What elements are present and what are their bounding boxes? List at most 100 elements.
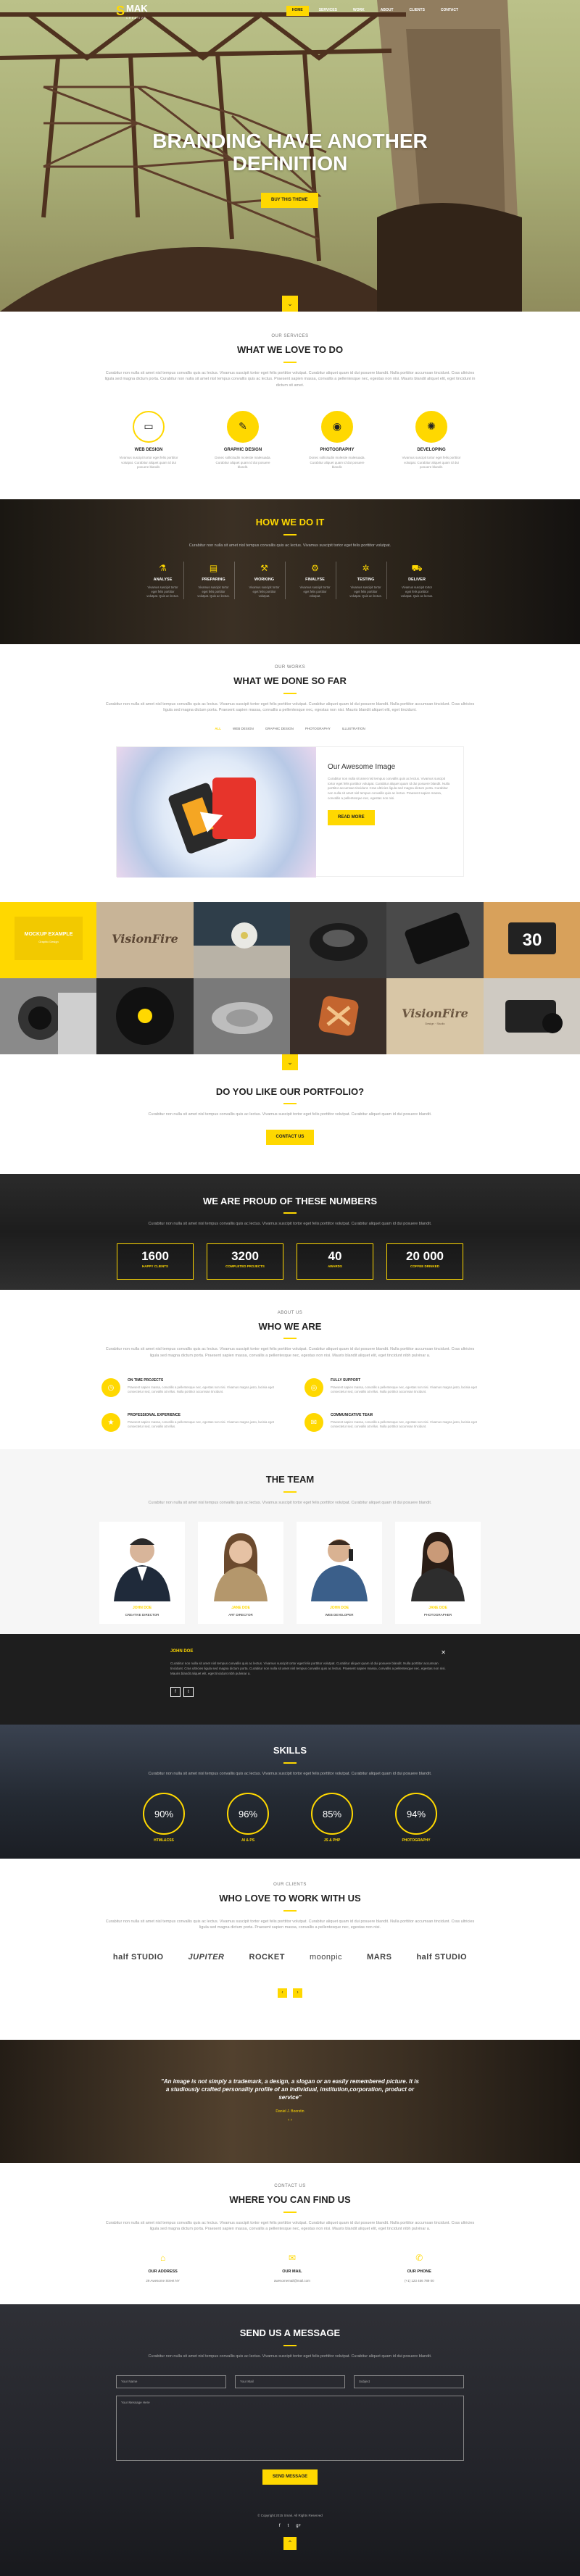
gallery-item[interactable] (483, 978, 580, 1054)
contact-title: OUR PHONE (407, 2269, 431, 2275)
skill-ring: 90% (143, 1793, 185, 1835)
featured-work-image[interactable] (117, 746, 316, 878)
section-title: WHAT WE DONE SO FAR (233, 675, 347, 687)
member-bio-panel: JOHN DOE ✕ Curabitur non nulla sit amet … (0, 1634, 580, 1725)
email-field[interactable]: Your Mail (235, 2375, 345, 2389)
bio-name: JOHN DOE (170, 1649, 194, 1654)
section-title: WHO LOVE TO WORK WITH US (219, 1893, 361, 1904)
title-divider (283, 1909, 297, 1912)
svg-text:Design · Studio: Design · Studio (426, 1022, 446, 1025)
title-divider (283, 1491, 297, 1493)
chevron-down-icon[interactable]: ⌄ (282, 1054, 298, 1070)
nav-item-work[interactable]: WORK (347, 6, 370, 16)
skill-js-php: 85% JS & PHP (311, 1793, 353, 1844)
skill-label: PHOTOGRAPHY (402, 1838, 431, 1843)
buy-theme-button[interactable]: BUY THIS THEME (261, 193, 318, 208)
contact-value[interactable]: awesomemail@mail.com (274, 2279, 310, 2284)
mail-icon: ✉ (288, 2253, 296, 2264)
hands-device-image (483, 978, 580, 1054)
skill-ai-ps: 96% AI & PS (227, 1793, 269, 1844)
carousel-prev-icon[interactable]: ‹ (278, 1988, 287, 1998)
step-desc: Vivamus suscipit tortor eget felis portt… (349, 585, 382, 599)
gallery-item[interactable]: MOCKUP EXAMPLE Graphic Design (0, 901, 97, 978)
section-intro: Curabitur non nulla sit amet nisl tempus… (105, 2220, 475, 2232)
title-divider (283, 2211, 297, 2213)
process-section: HOW WE DO IT Curabitur non nulla sit ame… (0, 499, 580, 645)
member-photo (114, 1538, 170, 1602)
gallery-item[interactable] (193, 978, 290, 1054)
title-divider (283, 533, 297, 535)
nav-item-home[interactable]: HOME (286, 6, 309, 16)
nav-item-clients[interactable]: CLIENTS (404, 6, 431, 16)
service-title: PHOTOGRAPHY (320, 447, 355, 452)
gallery-item[interactable]: VisionFire (96, 901, 194, 978)
carousel-next-icon[interactable]: › (293, 1988, 302, 1998)
team-member-card[interactable]: JOHN DOE CREATIVE DIRECTOR (99, 1522, 185, 1624)
message-textarea[interactable]: Your Message Here (116, 2396, 464, 2462)
skill-ring: 94% (395, 1793, 437, 1835)
facebook-icon[interactable]: f (170, 1686, 181, 1697)
section-title: HOW WE DO IT (255, 517, 325, 528)
feature-experience: ★ PROFESSIONAL EXPERIENCE Praesent sapien … (102, 1413, 276, 1433)
works-section: OUR WORKS WHAT WE DONE SO FAR Curabitur … (0, 644, 580, 1054)
subject-field[interactable]: Subject (354, 2375, 464, 2389)
team-member-card[interactable]: JANE DOE ART DIRECTOR (198, 1522, 283, 1624)
google-plus-icon[interactable]: g+ (296, 2523, 301, 2530)
service-title: WEB DESIGN (134, 447, 163, 452)
service-developing: ✺ DEVELOPING Vivamus suscipit tortor ege… (402, 410, 461, 470)
send-message-button[interactable]: SEND MESSAGE (262, 2469, 318, 2485)
clock-icon: ◷ (102, 1378, 120, 1398)
filter-all[interactable]: ALL (215, 727, 221, 732)
gallery-item[interactable] (96, 978, 194, 1054)
read-more-button[interactable]: Read more (328, 809, 375, 825)
nav-item-contact[interactable]: CONTACT (435, 6, 464, 16)
service-desc: Donec sollicitudin molestie malesuada. C… (309, 455, 365, 470)
filter-illustration[interactable]: ILLUSTRATION (342, 727, 365, 732)
nav-item-about[interactable]: ABOUT (375, 6, 399, 16)
team-member-card[interactable]: JANE DOE PHOTOGRAPHER (395, 1522, 481, 1624)
title-divider (283, 361, 297, 363)
back-to-top-icon[interactable]: ⌃ (283, 2537, 297, 2551)
gallery-item[interactable]: VisionFire Design · Studio (386, 978, 484, 1054)
process-step-analyse: ⚗ ANALYSE Vivamus suscipit tortor eget fel… (142, 562, 184, 599)
step-title: ANALYSE (153, 578, 173, 583)
gallery-item[interactable] (386, 901, 484, 978)
twitter-icon[interactable]: t (288, 2523, 289, 2530)
title-divider (283, 1103, 297, 1105)
section-label: CONTACT US (274, 2184, 306, 2189)
step-desc: Vivamus suscipit tortor eget felis portt… (197, 585, 230, 599)
twitter-icon[interactable]: t (183, 1686, 194, 1697)
filter-photography[interactable]: PHOTOGRAPHY (305, 727, 331, 732)
close-icon[interactable]: ✕ (441, 1648, 446, 1657)
gallery-item[interactable] (0, 978, 97, 1054)
graphic-design-mockup-image: MOCKUP EXAMPLE Graphic Design (0, 901, 97, 978)
gallery-item[interactable] (289, 901, 387, 978)
filter-graphic-design[interactable]: GRAPHIC DESIGN (265, 727, 294, 732)
quote-arrows-icon[interactable]: ‹ › (0, 2117, 580, 2124)
feature-on-time: ◷ ON TIME PROJECTS Praesent sapien massa, … (102, 1378, 276, 1398)
nav-item-services[interactable]: SERVICES (313, 6, 343, 16)
name-field[interactable]: Your Name (116, 2375, 226, 2389)
skills-section: SKILLS Curabitur non nulla sit amet nisl… (0, 1725, 580, 1859)
gallery-item[interactable]: 30 (483, 901, 580, 978)
site-logo[interactable]: S MAK CREATIVE (116, 1, 148, 21)
filter-web-design[interactable]: WEB DESIGN (233, 727, 254, 732)
gallery-item[interactable] (193, 901, 290, 978)
process-step-testing: ✲ TESTING Vivamus suscipit tortor eget fel… (345, 562, 387, 599)
scroll-down-arrow-icon[interactable]: ⌄ (282, 296, 298, 312)
app-icon-image (289, 978, 387, 1054)
step-title: TESTING (357, 578, 375, 583)
stat-label: AWARDS (328, 1264, 342, 1268)
facebook-icon[interactable]: f (279, 2523, 281, 2530)
flask-icon: ⚗ (159, 563, 167, 574)
gallery-item[interactable] (289, 978, 387, 1054)
step-title: WORKING (254, 578, 275, 583)
process-step-preparing: ▤ PREPARING Vivamus suscipit tortor eget f… (193, 562, 235, 599)
step-desc: Vivamus suscipit tortor eget felis portt… (299, 585, 331, 599)
contact-us-button[interactable]: CONTACT US (265, 1130, 315, 1146)
vinyl-record-image (96, 978, 194, 1054)
team-member-card[interactable]: JOHN DOE WEB DEVELOPER (297, 1522, 382, 1624)
smartphone-image (386, 901, 484, 978)
svg-text:VisionFire: VisionFire (402, 1006, 468, 1020)
stat-value: 40 (328, 1249, 342, 1264)
